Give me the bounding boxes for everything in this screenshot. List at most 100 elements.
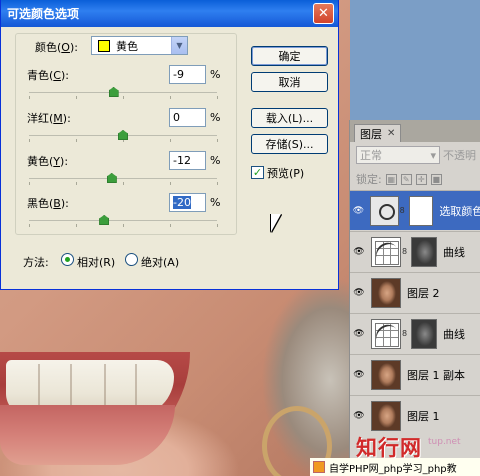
layer-thumbnail bbox=[371, 359, 401, 390]
layer-name: 曲线 bbox=[443, 327, 465, 341]
close-icon[interactable]: ✕ bbox=[387, 128, 395, 139]
curves-adjustment-icon bbox=[371, 318, 401, 349]
eye-icon[interactable]: 👁 bbox=[350, 411, 368, 421]
layer-thumbnail bbox=[371, 277, 401, 308]
slider-tick bbox=[29, 96, 30, 99]
eye-icon[interactable]: 👁 bbox=[350, 247, 368, 257]
photo-tooth-gap bbox=[104, 364, 106, 408]
slider-tick bbox=[170, 96, 171, 99]
slider-tick bbox=[29, 224, 30, 227]
colors-label: 颜色(O): bbox=[35, 41, 78, 54]
slider-tick bbox=[217, 224, 218, 227]
slider-tick bbox=[123, 96, 124, 99]
load-button[interactable]: 载入(L)... bbox=[251, 108, 328, 128]
layer-name: 图层 2 bbox=[407, 286, 440, 300]
layer-name: 图层 1 bbox=[407, 409, 440, 423]
layer-thumbnail bbox=[371, 400, 401, 431]
chevron-down-icon[interactable]: ▼ bbox=[171, 37, 187, 54]
magenta-percent-sign: % bbox=[210, 111, 221, 124]
layer-row[interactable]: 👁 8 选取颜色 bbox=[350, 190, 480, 230]
preview-checkbox[interactable]: ✓ bbox=[251, 166, 264, 179]
magenta-value-input[interactable]: 0 bbox=[169, 108, 206, 127]
cancel-button[interactable]: 取消 bbox=[251, 72, 328, 92]
slider-tick bbox=[29, 182, 30, 185]
slider-tick bbox=[217, 96, 218, 99]
lock-label: 锁定: bbox=[356, 173, 382, 186]
layer-name: 选取颜色 bbox=[439, 204, 480, 218]
cyan-percent-sign: % bbox=[210, 68, 221, 81]
opacity-label[interactable]: 不透明 bbox=[443, 147, 476, 163]
method-relative-radio[interactable] bbox=[61, 253, 74, 266]
chevron-down-icon: ▾ bbox=[430, 148, 436, 162]
link-icon: 8 bbox=[402, 247, 408, 256]
method-absolute-label: 绝对(A) bbox=[141, 256, 180, 269]
eye-icon[interactable]: 👁 bbox=[350, 329, 368, 339]
layer-row[interactable]: 👁 图层 1 副本 bbox=[350, 354, 480, 394]
method-absolute-radio[interactable] bbox=[125, 253, 138, 266]
color-swatch bbox=[98, 39, 110, 52]
close-button[interactable]: ✕ bbox=[313, 3, 334, 24]
slider-tick bbox=[217, 139, 218, 142]
black-value-input[interactable]: -20 bbox=[169, 193, 206, 212]
footer-bar: 自学PHP网_php学习_php教 bbox=[310, 458, 480, 476]
lock-position-icon[interactable]: ✛ bbox=[415, 173, 427, 185]
site-icon bbox=[313, 461, 325, 473]
yellow-value-input[interactable]: -12 bbox=[169, 151, 206, 170]
photo-tooth-gap bbox=[135, 364, 137, 408]
cyan-value-input[interactable]: -9 bbox=[169, 65, 206, 84]
yellow-label: 黄色(Y): bbox=[27, 155, 69, 168]
photo-tooth-gap bbox=[38, 364, 40, 408]
layer-mask-thumbnail bbox=[408, 195, 434, 226]
slider-tick bbox=[76, 139, 77, 142]
layer-name: 图层 1 副本 bbox=[407, 368, 465, 382]
selective-color-dialog: 可选颜色选项 ✕ 颜色(O): 黄色 ▼ 青色(C): -9% 洋红(M): 0% 黄色… bbox=[0, 0, 339, 290]
colors-dropdown[interactable]: 黄色 ▼ bbox=[91, 36, 188, 55]
lock-all-icon[interactable]: ■ bbox=[430, 173, 442, 185]
blend-mode-dropdown[interactable]: 正常 ▾ bbox=[356, 146, 440, 164]
checkmark-icon: ✓ bbox=[252, 166, 263, 179]
save-button[interactable]: 存储(S)... bbox=[251, 134, 328, 154]
black-label: 黑色(B): bbox=[27, 197, 69, 210]
layer-row[interactable]: 👁 8 曲线 bbox=[350, 231, 480, 271]
layers-tabbar: 图层 ✕ bbox=[350, 120, 480, 142]
layer-mask-thumbnail bbox=[411, 236, 437, 267]
selective-color-adjustment-icon bbox=[370, 195, 399, 226]
lock-transparency-icon[interactable]: ▦ bbox=[385, 173, 397, 185]
cyan-slider-track[interactable] bbox=[29, 92, 218, 99]
photo-tooth-gap bbox=[70, 364, 72, 408]
blend-row: 正常 ▾ 不透明 bbox=[350, 142, 480, 168]
slider-tick bbox=[76, 96, 77, 99]
slider-tick bbox=[76, 224, 77, 227]
method-relative-label: 相对(R) bbox=[77, 256, 116, 269]
slider-tick bbox=[170, 224, 171, 227]
yellow-percent-sign: % bbox=[210, 154, 221, 167]
curves-adjustment-icon bbox=[371, 236, 401, 267]
eye-icon[interactable]: 👁 bbox=[350, 288, 368, 298]
slider-tick bbox=[123, 224, 124, 227]
dialog-titlebar[interactable]: 可选颜色选项 bbox=[1, 0, 338, 27]
ok-button[interactable]: 确定 bbox=[251, 46, 328, 66]
layer-row[interactable]: 👁 图层 2 bbox=[350, 272, 480, 312]
eye-icon[interactable]: 👁 bbox=[350, 206, 367, 216]
black-percent-sign: % bbox=[210, 196, 221, 209]
tab-layers[interactable]: 图层 ✕ bbox=[354, 124, 402, 142]
eye-icon[interactable]: 👁 bbox=[350, 370, 368, 380]
lock-row: 锁定: ▦ ✎ ✛ ■ bbox=[350, 168, 480, 190]
layer-mask-thumbnail bbox=[411, 318, 437, 349]
layers-panel: 图层 ✕ 正常 ▾ 不透明 锁定: ▦ ✎ ✛ ■ 👁 8 选取颜色 👁 8 曲线 👁 图层 … bbox=[349, 120, 480, 476]
dialog-title: 可选颜色选项 bbox=[7, 7, 80, 21]
layer-row[interactable]: 👁 图层 1 bbox=[350, 395, 480, 435]
slider-tick bbox=[170, 182, 171, 185]
layer-row[interactable]: 👁 8 曲线 bbox=[350, 313, 480, 353]
magenta-label: 洋红(M): bbox=[27, 112, 71, 125]
preview-label: 预览(P) bbox=[267, 167, 305, 180]
mouse-cursor-icon bbox=[271, 214, 281, 232]
slider-tick bbox=[76, 182, 77, 185]
footer-text: 自学PHP网_php学习_php教 bbox=[329, 463, 457, 475]
method-label: 方法: bbox=[23, 256, 49, 269]
watermark-sub: tup.net bbox=[428, 437, 461, 447]
close-icon: ✕ bbox=[318, 6, 329, 21]
yellow-slider-track[interactable] bbox=[29, 178, 218, 185]
lock-pixels-icon[interactable]: ✎ bbox=[400, 173, 412, 185]
black-slider-track[interactable] bbox=[29, 220, 218, 227]
